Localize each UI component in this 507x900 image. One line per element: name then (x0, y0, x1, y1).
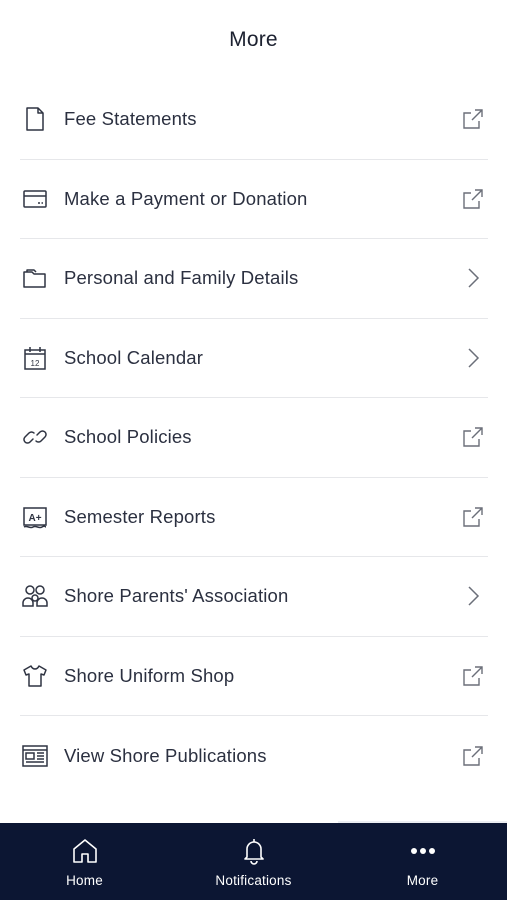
menu-item-label: Shore Uniform Shop (64, 664, 235, 686)
external-link-icon (460, 106, 486, 132)
external-link-icon (460, 504, 486, 530)
people-icon (20, 581, 50, 611)
tab-label: Notifications (215, 873, 292, 888)
menu-item-label: School Policies (64, 426, 192, 448)
menu-item-label: View Shore Publications (64, 744, 267, 766)
menu-item-label: Personal and Family Details (64, 267, 299, 289)
page-title: More (229, 28, 278, 51)
menu-item-view-shore-publications[interactable]: View Shore Publications (20, 716, 488, 796)
chevron-right-icon (460, 583, 486, 609)
tab-more[interactable]: More (338, 823, 507, 900)
newspaper-icon (20, 741, 50, 771)
link-icon (20, 422, 50, 452)
bottom-tab-bar: Home Notifications More (0, 821, 507, 900)
menu-item-make-payment[interactable]: Make a Payment or Donation (20, 160, 488, 239)
menu-item-personal-family-details[interactable]: Personal and Family Details (20, 239, 488, 319)
external-link-icon (460, 743, 486, 769)
calendar-icon: 12 (20, 343, 50, 373)
chevron-right-icon (460, 345, 486, 371)
tab-home[interactable]: Home (0, 823, 169, 900)
menu-item-fee-statements[interactable]: Fee Statements (20, 80, 488, 160)
bell-icon (238, 835, 270, 867)
menu-item-label: Make a Payment or Donation (64, 187, 308, 209)
external-link-icon (460, 663, 486, 689)
home-icon (69, 835, 101, 867)
menu-item-label: Fee Statements (64, 108, 197, 130)
menu-item-label: Shore Parents' Association (64, 585, 289, 607)
external-link-icon (460, 424, 486, 450)
tab-label: More (406, 873, 439, 888)
menu-item-school-policies[interactable]: School Policies (20, 398, 488, 478)
svg-text:A+: A+ (28, 513, 41, 524)
tshirt-icon (20, 661, 50, 691)
menu-item-label: Semester Reports (64, 505, 216, 527)
menu-item-label: School Calendar (64, 346, 204, 368)
folder-icon (20, 263, 50, 293)
menu-list: Fee Statements Make a Payment or Donatio… (20, 80, 488, 796)
chevron-right-icon (460, 265, 486, 291)
tab-label: Home (66, 873, 103, 888)
external-link-icon (460, 186, 486, 212)
grade-report-icon: A+ (20, 502, 50, 532)
menu-item-shore-uniform-shop[interactable]: Shore Uniform Shop (20, 637, 488, 716)
menu-item-shore-parents-association[interactable]: Shore Parents' Association (20, 557, 488, 637)
menu-item-semester-reports[interactable]: A+ Semester Reports (20, 478, 488, 557)
menu-item-school-calendar[interactable]: 12 School Calendar (20, 319, 488, 398)
more-dots-icon (407, 835, 439, 867)
header: More (0, 0, 507, 80)
credit-card-icon (20, 184, 50, 214)
tab-notifications[interactable]: Notifications (169, 823, 338, 900)
svg-text:12: 12 (31, 359, 40, 368)
document-icon (20, 104, 50, 134)
more-screen: More Fee Statements Make a Payment or Do… (0, 0, 507, 900)
